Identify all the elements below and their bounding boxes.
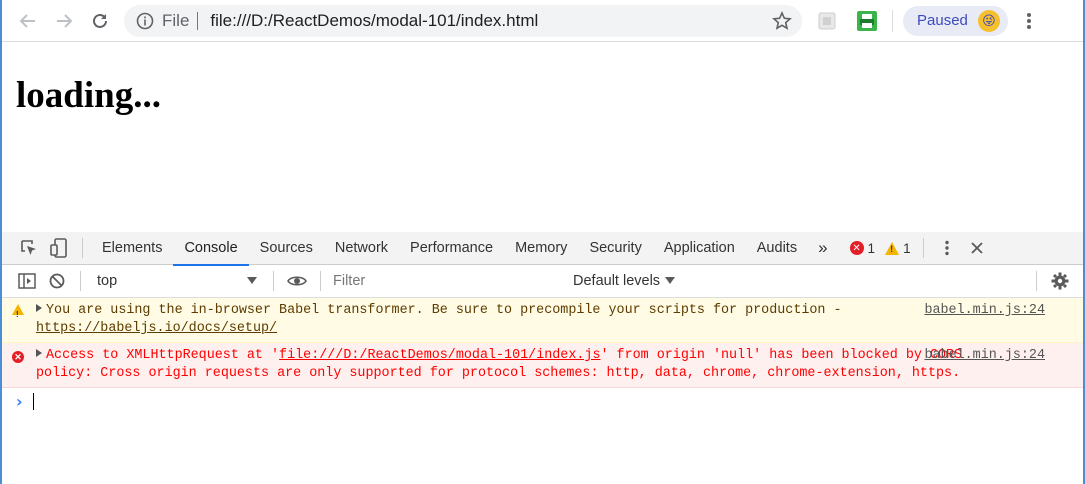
more-tabs-button[interactable]: » [808, 238, 837, 258]
text-caret [32, 392, 34, 410]
profile-sync-button[interactable]: Paused 😜 [903, 5, 1008, 36]
tab-console[interactable]: Console [173, 232, 249, 266]
reload-icon [93, 13, 107, 28]
forward-button[interactable] [46, 3, 82, 39]
tab-elements[interactable]: Elements [91, 232, 173, 265]
kebab-menu-icon [1026, 12, 1031, 29]
reload-button[interactable] [82, 3, 118, 39]
filterbar-divider-4 [1036, 271, 1037, 291]
tab-sources[interactable]: Sources [249, 232, 324, 265]
devtools-tabbar: Elements Console Sources Network Perform… [2, 232, 1083, 266]
avatar-emoji-icon: 😜 [977, 9, 1000, 32]
page-content: loading... [2, 42, 1083, 232]
back-button[interactable] [10, 3, 46, 39]
dropdown-arrow-icon [247, 277, 257, 284]
console-toolbar: top Default levels [2, 265, 1083, 298]
expand-triangle-icon[interactable] [36, 349, 42, 357]
error-icon: ✕ [849, 241, 864, 255]
warning-source-link[interactable]: babel.min.js:24 [924, 302, 1045, 320]
url-scheme-label: File [162, 10, 190, 30]
warning-icon: ! [12, 304, 24, 322]
filterbar-divider [80, 271, 81, 291]
printer-icon [857, 10, 877, 31]
tabbar-divider [82, 238, 83, 258]
tab-application[interactable]: Application [653, 232, 746, 265]
star-icon[interactable] [772, 10, 792, 31]
warning-link[interactable]: https://babeljs.io/docs/setup/ [36, 321, 277, 336]
info-icon [136, 12, 154, 29]
inspect-cursor-icon [21, 240, 36, 255]
kebab-menu-icon [944, 240, 949, 256]
page-heading: loading... [16, 75, 161, 116]
console-message-warning[interactable]: ! You are using the in-browser Babel tra… [2, 298, 1083, 343]
device-toolbar-button[interactable] [44, 232, 74, 265]
tab-audits[interactable]: Audits [746, 232, 808, 265]
error-count: 1 [867, 240, 876, 256]
browser-menu-button[interactable] [1014, 6, 1044, 36]
context-selector[interactable]: top [89, 269, 265, 293]
url-text[interactable]: file:///D:/ReactDemos/modal-101/index.ht… [210, 11, 772, 31]
error-icon: ✕ [12, 349, 24, 367]
error-link[interactable]: file:///D:/ReactDemos/modal-101/index.js [279, 348, 600, 363]
extension-icon [818, 12, 836, 29]
sidebar-icon [18, 273, 36, 289]
warning-count: 1 [903, 240, 911, 256]
toolbar-separator [892, 9, 893, 32]
issue-counter-button[interactable]: ✕ 1 ! 1 [849, 240, 911, 256]
toggle-sidebar-button[interactable] [12, 265, 42, 298]
browser-toolbar: File file:///D:/ReactDemos/modal-101/ind… [2, 0, 1083, 42]
error-text-before: Access to XMLHttpRequest at ' [46, 348, 280, 363]
warning-text: You are using the in-browser Babel trans… [46, 303, 842, 318]
log-levels-dropdown[interactable]: Default levels [573, 273, 676, 289]
expand-triangle-icon[interactable] [36, 304, 42, 312]
devtools-menu-button[interactable] [932, 232, 962, 265]
tab-security[interactable]: Security [578, 232, 652, 265]
live-expression-button[interactable] [282, 265, 312, 298]
filter-input[interactable] [329, 269, 563, 293]
close-icon [970, 242, 983, 254]
device-icon [50, 238, 67, 258]
url-separator [197, 11, 199, 30]
tab-network[interactable]: Network [324, 232, 399, 265]
console-prompt[interactable]: › [2, 388, 1083, 414]
tab-performance[interactable]: Performance [399, 232, 504, 265]
gear-icon [1051, 272, 1069, 290]
clear-console-button[interactable] [42, 265, 72, 298]
arrow-left-icon [19, 13, 35, 28]
filterbar-divider-3 [320, 271, 321, 291]
sync-status-label: Paused [917, 12, 968, 29]
warning-icon: ! [885, 241, 900, 255]
console-settings-button[interactable] [1045, 265, 1075, 298]
dropdown-arrow-icon [665, 277, 676, 284]
prompt-chevron-icon: › [16, 391, 23, 411]
block-icon [49, 273, 65, 289]
printer-extension-button[interactable] [852, 6, 882, 36]
close-devtools-button[interactable] [962, 232, 992, 265]
eye-icon [287, 276, 307, 286]
context-value: top [97, 273, 118, 289]
error-source-link[interactable]: babel.min.js:24 [924, 347, 1045, 365]
inspect-element-button[interactable] [14, 232, 44, 265]
tabbar-divider-right [922, 238, 924, 258]
filterbar-divider-2 [273, 271, 274, 291]
console-message-error[interactable]: ✕ Access to XMLHttpRequest at 'file:///D… [2, 343, 1083, 388]
arrow-right-icon [57, 13, 73, 28]
log-levels-label: Default levels [573, 273, 661, 289]
devtools-panel: Elements Console Sources Network Perform… [2, 232, 1083, 484]
address-bar[interactable]: File file:///D:/ReactDemos/modal-101/ind… [124, 4, 802, 37]
browser-window: File file:///D:/ReactDemos/modal-101/ind… [0, 0, 1085, 484]
tab-memory[interactable]: Memory [504, 232, 578, 265]
extension-button[interactable] [812, 6, 842, 36]
